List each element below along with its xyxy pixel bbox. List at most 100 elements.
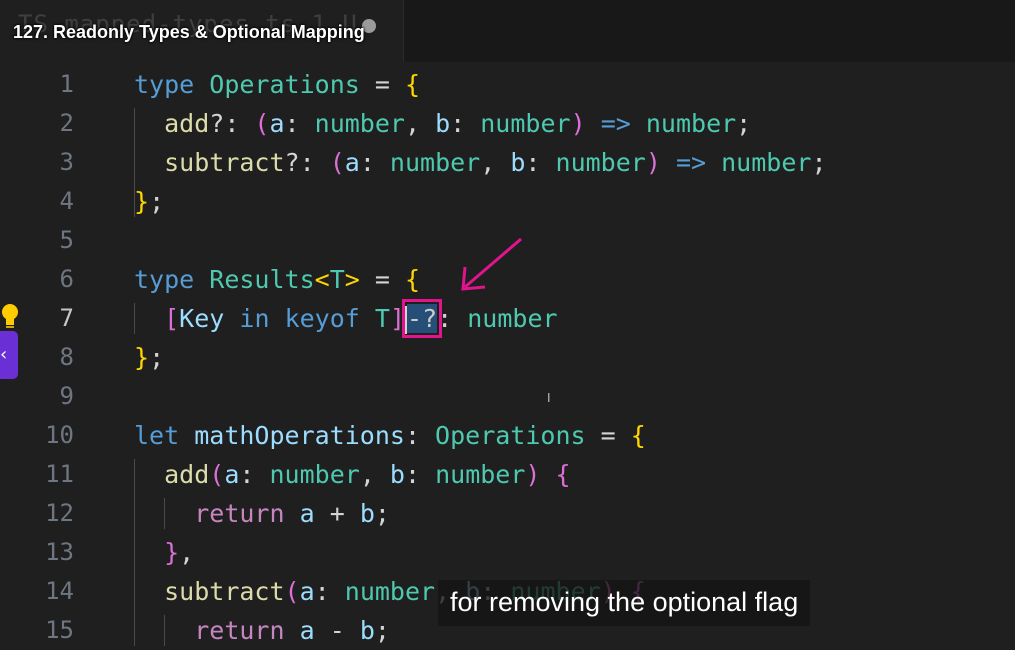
code-token: ) xyxy=(570,109,586,138)
line-number: 2 xyxy=(59,109,74,137)
code-token: Results xyxy=(209,265,315,294)
code-text[interactable]: }, xyxy=(134,533,194,572)
code-token: number xyxy=(645,109,737,138)
code-text[interactable]: subtract?: (a: number, b: number) => num… xyxy=(134,143,827,182)
highlighted-token: -? xyxy=(401,299,443,338)
code-token: Operations xyxy=(209,70,360,99)
code-line[interactable]: 8}; xyxy=(0,338,1015,377)
line-number: 1 xyxy=(59,70,74,98)
code-token: , xyxy=(179,538,195,567)
code-token: ; xyxy=(149,187,165,216)
code-token: T xyxy=(329,265,345,294)
code-token: + xyxy=(314,499,360,528)
code-token: , xyxy=(404,109,436,138)
code-text[interactable]: add(a: number, b: number) { xyxy=(134,455,570,494)
code-token: = xyxy=(359,70,405,99)
code-text[interactable]: }; xyxy=(134,338,164,377)
code-token: : xyxy=(239,460,270,489)
code-token: ; xyxy=(149,343,165,372)
code-text[interactable]: type Operations = { xyxy=(134,65,420,104)
code-token: type xyxy=(134,265,195,294)
code-token: subtract xyxy=(164,577,285,606)
indent-guide xyxy=(164,615,165,646)
side-panel-toggle[interactable]: ‹ xyxy=(0,331,18,379)
code-token: : xyxy=(450,109,481,138)
line-number: 14 xyxy=(45,577,74,605)
code-text[interactable]: [Key in keyof T]-?: number xyxy=(134,299,558,338)
indent-guide xyxy=(134,303,135,334)
code-text[interactable]: let mathOperations: Operations = { xyxy=(134,416,646,455)
code-token: a xyxy=(299,616,315,645)
code-token: , xyxy=(359,460,390,489)
line-number: 3 xyxy=(59,148,74,176)
line-number: 15 xyxy=(45,616,74,644)
code-line[interactable]: 2 add?: (a: number, b: number) => number… xyxy=(0,104,1015,143)
code-line[interactable]: 3 subtract?: (a: number, b: number) => n… xyxy=(0,143,1015,182)
code-line[interactable]: 10 let mathOperations: Operations = { xyxy=(0,416,1015,455)
code-token: ] xyxy=(389,304,406,333)
code-token: add xyxy=(164,109,210,138)
line-number: 10 xyxy=(45,421,74,449)
code-line[interactable]: 13 }, xyxy=(0,533,1015,572)
code-token: = xyxy=(359,265,405,294)
code-token: => xyxy=(675,148,707,177)
code-token: number xyxy=(344,577,436,606)
code-line[interactable]: 9 xyxy=(0,377,1015,416)
code-token: Key xyxy=(179,304,225,333)
code-token: keyof xyxy=(284,304,360,333)
code-editor[interactable]: 1 type Operations = {2 add?: (a: number, … xyxy=(0,65,1015,646)
code-token: number xyxy=(555,148,646,177)
code-token: : xyxy=(284,109,315,138)
code-line[interactable]: 1 type Operations = { xyxy=(0,65,1015,104)
code-text[interactable]: return a + b; xyxy=(134,494,390,533)
line-number: 11 xyxy=(45,460,74,488)
code-token: ; xyxy=(736,109,752,138)
code-token: { xyxy=(630,421,646,450)
code-token: a xyxy=(299,499,315,528)
code-token: subtract xyxy=(164,148,285,177)
code-token: add xyxy=(164,460,210,489)
code-token: b xyxy=(389,460,405,489)
code-line[interactable]: 12 return a + b; xyxy=(0,494,1015,533)
code-token: : xyxy=(525,148,556,177)
code-token: ; xyxy=(374,499,390,528)
code-token: a xyxy=(269,109,285,138)
code-line[interactable]: 7 [Key in keyof T]-?: number xyxy=(0,299,1015,338)
code-token: ; xyxy=(811,148,827,177)
indent-guide xyxy=(164,498,165,529)
code-token: return xyxy=(194,616,285,645)
code-token: ) xyxy=(525,460,541,489)
code-text[interactable]: add?: (a: number, b: number) => number; xyxy=(134,104,751,143)
code-line[interactable]: 11 add(a: number, b: number) { xyxy=(0,455,1015,494)
code-token: } xyxy=(164,538,180,567)
code-token: : xyxy=(359,148,390,177)
code-token: b xyxy=(435,109,451,138)
code-text[interactable]: type Results<T> = { xyxy=(134,260,420,299)
code-text[interactable]: return a - b; xyxy=(134,611,390,650)
code-token: } xyxy=(134,187,150,216)
code-token: b xyxy=(359,499,375,528)
code-token: number xyxy=(314,109,405,138)
code-text[interactable]: }; xyxy=(134,182,164,221)
code-token: ( xyxy=(254,109,270,138)
code-token: number xyxy=(269,460,360,489)
lightbulb-icon[interactable] xyxy=(0,303,20,329)
code-token: a xyxy=(224,460,240,489)
code-token: : xyxy=(404,460,436,489)
subtitle-caption: for removing the optional flag xyxy=(438,580,811,626)
code-line[interactable]: 4}; xyxy=(0,182,1015,221)
line-number: 9 xyxy=(59,382,74,410)
code-token: b xyxy=(359,616,375,645)
code-token: T xyxy=(374,304,390,333)
code-token: ( xyxy=(329,148,345,177)
